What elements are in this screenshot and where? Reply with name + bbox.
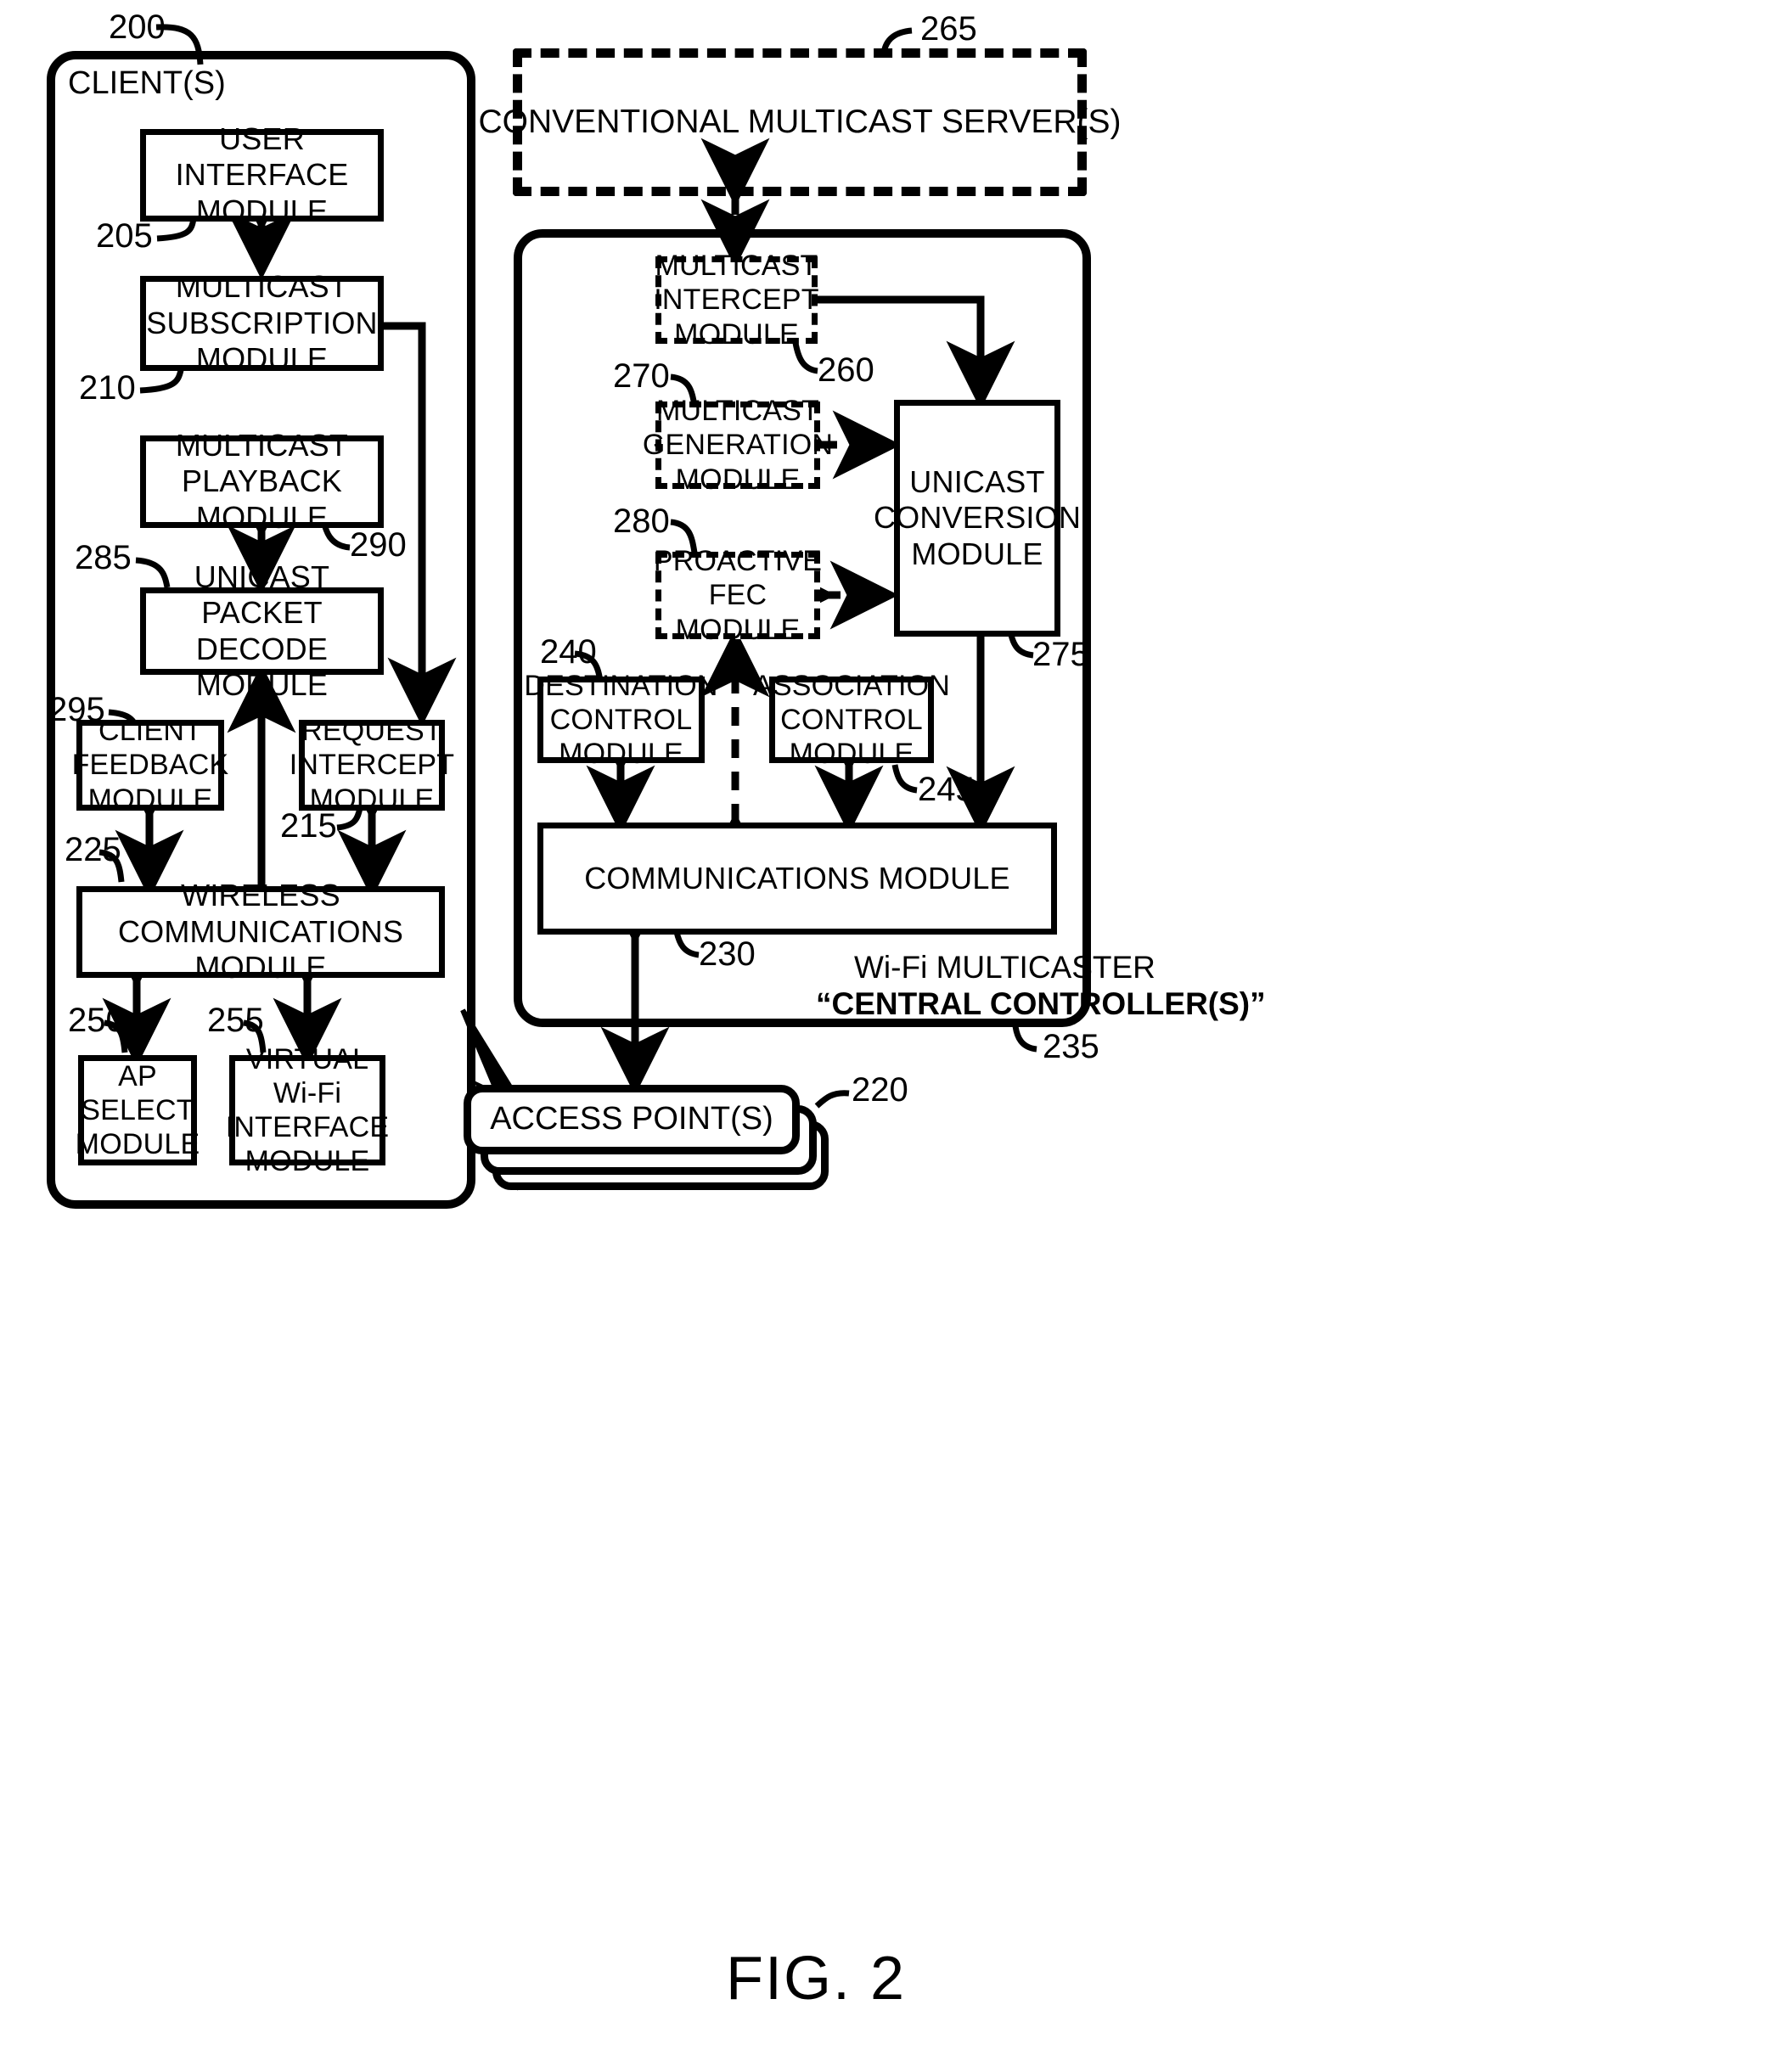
module-request-intercept-label: REQUEST INTERCEPT MODULE: [289, 715, 455, 816]
ref-200: 200: [109, 8, 166, 46]
module-client-feedback[interactable]: CLIENT FEEDBACK MODULE: [72, 715, 229, 815]
ref-290: 290: [350, 526, 407, 564]
module-client-feedback-label: CLIENT FEEDBACK MODULE: [71, 715, 229, 816]
conventional-multicast-server-label: CONVENTIONAL MULTICAST SERVER(S): [478, 103, 1122, 140]
conventional-multicast-server-panel[interactable]: CONVENTIONAL MULTICAST SERVER(S): [479, 48, 1122, 196]
module-unicast-packet-decode[interactable]: UNICAST PACKET DECODE MODULE: [140, 559, 384, 702]
module-multicast-intercept[interactable]: MULTICAST INTERCEPT MODULE: [654, 250, 818, 350]
module-proactive-fec-label: PROACTIVE FEC MODULE: [653, 545, 823, 646]
module-virtual-wifi-interface[interactable]: VIRTUAL Wi-Fi INTERFACE MODULE: [226, 1043, 389, 1177]
module-multicast-generation-label: MULTICAST GENERATION MODULE: [642, 395, 834, 496]
module-association-control-label: ASSOCIATION CONTROL MODULE: [752, 669, 951, 771]
ref-265: 265: [920, 10, 977, 48]
module-ap-select[interactable]: AP SELECT MODULE: [75, 1055, 200, 1165]
central-controller-label-line1: Wi-Fi MULTICASTER: [854, 950, 1155, 985]
access-point-label: ACCESS POINT(S): [490, 1101, 773, 1137]
module-multicast-subscription-label: MULTICAST SUBSCRIPTION MODULE: [146, 269, 378, 377]
ref-275: 275: [1032, 636, 1089, 673]
module-proactive-fec[interactable]: PROACTIVE FEC MODULE: [654, 545, 822, 645]
module-user-interface[interactable]: USER INTERFACE MODULE: [140, 121, 384, 228]
ref-260: 260: [818, 351, 874, 389]
module-unicast-conversion-label: UNICAST CONVERSION MODULE: [873, 463, 1082, 571]
module-virtual-wifi-interface-label: VIRTUAL Wi-Fi INTERFACE MODULE: [225, 1042, 390, 1178]
module-ap-select-label: AP SELECT MODULE: [75, 1059, 200, 1161]
module-multicast-generation[interactable]: MULTICAST GENERATION MODULE: [643, 395, 833, 495]
figure-2-root: CLIENT(S) 200 USER INTERFACE MODULE 205 …: [0, 0, 1788, 2072]
module-multicast-subscription[interactable]: MULTICAST SUBSCRIPTION MODULE: [140, 269, 384, 376]
ref-235: 235: [1043, 1028, 1099, 1065]
module-request-intercept[interactable]: REQUEST INTERCEPT MODULE: [290, 715, 454, 815]
module-destination-control[interactable]: DESTINATION CONTROL MODULE: [524, 670, 717, 770]
ref-250: 250: [68, 1002, 125, 1039]
figure-caption: FIG. 2: [726, 1945, 907, 2013]
module-communications[interactable]: COMMUNICATIONS MODULE: [537, 823, 1057, 935]
client-panel-label: CLIENT(S): [68, 65, 226, 101]
ref-295: 295: [48, 691, 105, 728]
ref-270: 270: [613, 357, 670, 395]
module-multicast-playback[interactable]: MULTICAST PLAYBACK MODULE: [140, 428, 384, 535]
ref-285: 285: [75, 539, 132, 576]
ref-255: 255: [207, 1002, 264, 1039]
module-association-control[interactable]: ASSOCIATION CONTROL MODULE: [753, 670, 950, 770]
module-unicast-packet-decode-label: UNICAST PACKET DECODE MODULE: [194, 559, 330, 702]
module-communications-label: COMMUNICATIONS MODULE: [584, 860, 1010, 896]
ref-245: 245: [918, 771, 975, 808]
ref-215: 215: [280, 807, 337, 845]
module-wireless-communications[interactable]: WIRELESS COMMUNICATIONS MODULE: [76, 878, 445, 985]
access-point-card[interactable]: ACCESS POINT(S): [464, 1085, 800, 1154]
ref-205: 205: [96, 217, 153, 255]
ref-230: 230: [699, 935, 756, 973]
module-multicast-playback-label: MULTICAST PLAYBACK MODULE: [175, 427, 349, 535]
ref-210: 210: [79, 369, 136, 407]
module-user-interface-label: USER INTERFACE MODULE: [175, 121, 349, 228]
module-multicast-intercept-label: MULTICAST INTERCEPT MODULE: [654, 250, 819, 351]
ref-280: 280: [613, 503, 670, 540]
module-destination-control-label: DESTINATION CONTROL MODULE: [524, 669, 718, 771]
ref-220: 220: [852, 1071, 908, 1109]
central-controller-label-line2: “CENTRAL CONTROLLER(S)”: [816, 986, 1266, 1021]
ref-240: 240: [540, 633, 597, 671]
module-unicast-conversion[interactable]: UNICAST CONVERSION MODULE: [874, 400, 1081, 637]
module-wireless-communications-label: WIRELESS COMMUNICATIONS MODULE: [117, 878, 404, 985]
ref-225: 225: [65, 831, 121, 868]
